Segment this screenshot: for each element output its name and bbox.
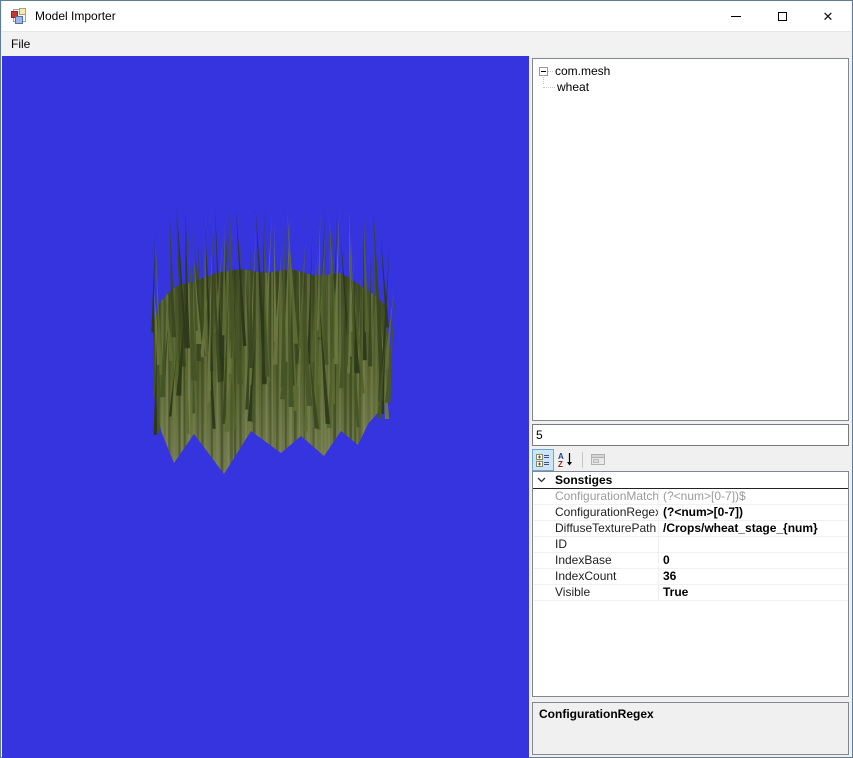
property-value[interactable]: /Crops/wheat_stage_{num} [659, 521, 848, 536]
property-row-visible[interactable]: Visible True [533, 585, 848, 601]
property-value: (?<num>[0-7])$ [663, 489, 746, 503]
minimize-button[interactable] [713, 1, 759, 31]
property-value[interactable]: 0 [659, 553, 848, 568]
app-icon [11, 8, 27, 24]
property-name[interactable]: IndexCount [533, 569, 659, 584]
tree-node-com-mesh[interactable]: com.mesh [539, 64, 612, 78]
titlebar: Model Importer ✕ [2, 1, 851, 31]
svg-text:Z: Z [558, 460, 563, 467]
property-value[interactable]: 36 [659, 569, 848, 584]
propertygrid-toolbar: A Z [532, 448, 849, 471]
property-row-indexbase[interactable]: IndexBase 0 [533, 553, 848, 569]
property-name[interactable]: IndexBase [533, 553, 659, 568]
alphabetical-sort-icon: A Z [558, 452, 572, 467]
property-row-id[interactable]: ID [533, 537, 848, 553]
window-controls: ✕ [713, 1, 851, 31]
help-title: ConfigurationRegex [539, 707, 654, 721]
property-value[interactable] [659, 537, 848, 552]
property-row-indexcount[interactable]: IndexCount 36 [533, 569, 848, 585]
property-value[interactable]: (?<num>[0-7]) [659, 505, 848, 520]
category-label: Sonstiges [555, 473, 613, 487]
close-icon: ✕ [822, 8, 834, 24]
window-title: Model Importer [35, 9, 116, 23]
property-name[interactable]: ConfigurationRegex [533, 505, 659, 520]
wheat-model-render [151, 209, 397, 474]
minimize-icon [731, 15, 741, 17]
menu-file[interactable]: File [2, 34, 39, 55]
property-help-panel: ConfigurationRegex [532, 702, 849, 755]
category-collapse-icon[interactable] [537, 477, 546, 483]
property-name[interactable]: Visible [533, 585, 659, 600]
alphabetical-button[interactable]: A Z [555, 449, 577, 471]
property-name[interactable]: ConfigurationMatch [533, 489, 659, 504]
tree-node-wheat[interactable]: wheat [543, 80, 591, 94]
property-grid[interactable]: Sonstiges ConfigurationMatch (?<num>[0-7… [532, 471, 849, 697]
property-pages-button [587, 449, 609, 471]
property-row-configurationmatch[interactable]: ConfigurationMatch (?<num>[0-7])$ [533, 489, 848, 505]
model-treeview[interactable]: com.mesh wheat [532, 58, 849, 421]
3d-viewport[interactable] [2, 56, 529, 758]
property-value[interactable]: True [659, 585, 848, 600]
stage-input[interactable] [532, 424, 849, 446]
toolbar-separator [582, 451, 583, 468]
property-row-diffusetexturepath[interactable]: DiffuseTexturePath /Crops/wheat_stage_{n… [533, 521, 848, 537]
tree-connector [543, 86, 555, 88]
maximize-button[interactable] [759, 1, 805, 31]
property-row-configurationregex[interactable]: ConfigurationRegex (?<num>[0-7]) [533, 505, 848, 521]
right-panel: com.mesh wheat 5 A Z Sonstiges Configura… [529, 56, 851, 756]
tree-node-label[interactable]: wheat [555, 80, 591, 94]
tree-node-label[interactable]: com.mesh [553, 64, 612, 78]
category-row-sonstiges[interactable]: Sonstiges [533, 472, 848, 489]
property-pages-icon [590, 454, 605, 465]
categorized-icon [536, 453, 549, 467]
app-window: Model Importer ✕ File com.mesh wheat 5 A… [0, 0, 853, 758]
menubar: File [2, 31, 851, 56]
close-button[interactable]: ✕ [805, 1, 851, 31]
property-name[interactable]: DiffuseTexturePath [533, 521, 659, 536]
maximize-icon [777, 11, 787, 21]
categorized-button[interactable] [532, 448, 554, 471]
property-name[interactable]: ID [533, 537, 659, 552]
